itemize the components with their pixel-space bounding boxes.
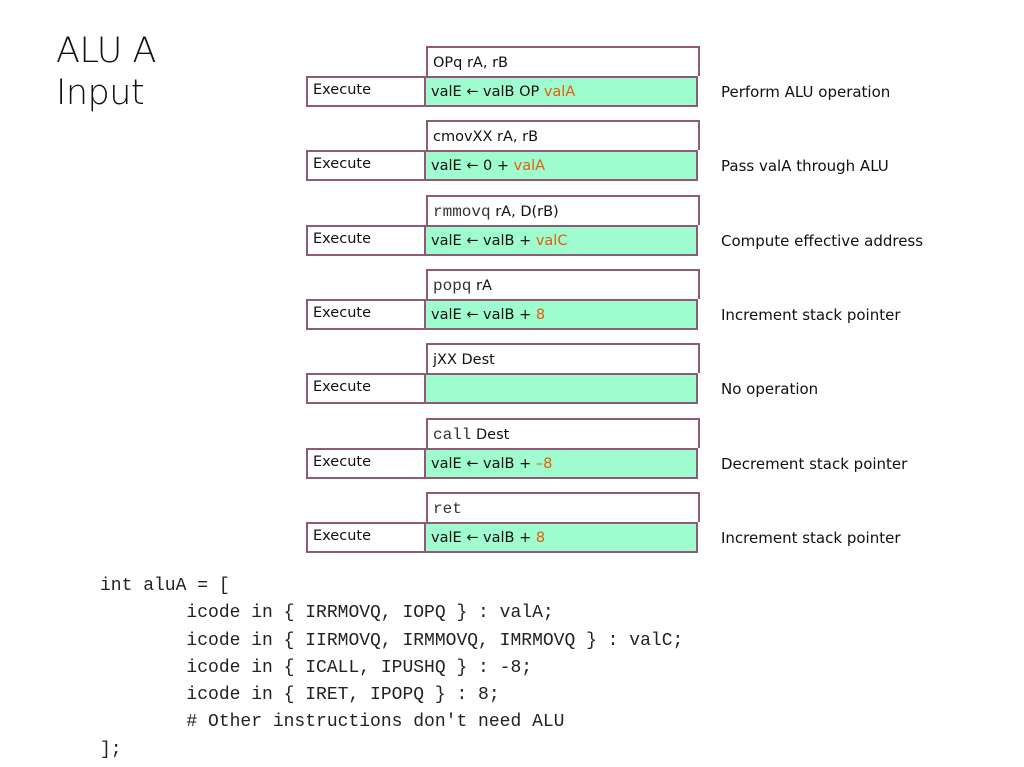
stage-box: Execute bbox=[306, 150, 426, 181]
instruction-box: OPq rA, rB bbox=[426, 46, 700, 76]
alu-a-operand: 8 bbox=[535, 307, 546, 323]
instruction-operands: Dest bbox=[471, 427, 510, 443]
instruction-label: ret bbox=[433, 500, 462, 518]
stage-label: Execute bbox=[313, 156, 371, 172]
instruction-mnemonic: call bbox=[433, 426, 472, 444]
instruction-mnemonic: popq bbox=[433, 277, 472, 295]
instruction-box: popq rA bbox=[426, 269, 700, 299]
instruction-operands: rA, D(rB) bbox=[490, 204, 559, 220]
operation-text: valE ← valB + –8 bbox=[431, 456, 552, 472]
operation-description: Increment stack pointer bbox=[721, 529, 901, 547]
operation-expression: valE ← valB OP bbox=[431, 84, 544, 100]
alu-a-operand: valC bbox=[535, 233, 568, 249]
execute-operation-box: valE ← valB + valC bbox=[426, 225, 698, 256]
instruction-mnemonic: ret bbox=[433, 500, 462, 518]
stage-label: Execute bbox=[313, 454, 371, 470]
execute-operation-box: valE ← 0 + valA bbox=[426, 150, 698, 181]
stage-box: Execute bbox=[306, 522, 426, 553]
instruction-box: call Dest bbox=[426, 418, 700, 448]
alu-a-operand: valA bbox=[513, 158, 546, 174]
operation-text: valE ← valB OP valA bbox=[431, 84, 575, 100]
instruction-operands: jXX Dest bbox=[433, 352, 495, 368]
title-line-2: Input bbox=[56, 73, 145, 113]
operation-description: Compute effective address bbox=[721, 232, 924, 250]
instruction-block: call Dest Execute valE ← valB + –8 bbox=[306, 418, 702, 480]
stage-label: Execute bbox=[313, 82, 371, 98]
operation-expression: valE ← valB + bbox=[431, 456, 536, 472]
code-line: # Other instructions don't need ALU bbox=[100, 712, 565, 733]
code-line: ]; bbox=[100, 739, 122, 760]
instruction-operands: rA bbox=[471, 278, 492, 294]
instruction-label: jXX Dest bbox=[433, 351, 495, 369]
instruction-label: cmovXX rA, rB bbox=[433, 128, 538, 146]
slide-title: ALU A Input bbox=[56, 30, 156, 114]
stage-box: Execute bbox=[306, 225, 426, 256]
stage-label: Execute bbox=[313, 528, 371, 544]
code-line: icode in { IIRMOVQ, IRMMOVQ, IMRMOVQ } :… bbox=[100, 630, 684, 651]
execute-operation-box: valE ← valB + 8 bbox=[426, 522, 698, 553]
instruction-block: OPq rA, rB Execute valE ← valB OP valA bbox=[306, 46, 702, 108]
stage-label: Execute bbox=[313, 305, 371, 321]
stage-box: Execute bbox=[306, 448, 426, 479]
operation-expression: valE ← 0 + bbox=[431, 158, 514, 174]
code-line: icode in { IRRMOVQ, IOPQ } : valA; bbox=[100, 603, 554, 624]
code-line: int aluA = [ bbox=[100, 576, 230, 596]
code-line: icode in { IRET, IPOPQ } : 8; bbox=[100, 685, 500, 706]
stage-box: Execute bbox=[306, 299, 426, 330]
execute-operation-box bbox=[426, 373, 698, 404]
instruction-block: ret Execute valE ← valB + 8 bbox=[306, 492, 702, 554]
instruction-box: jXX Dest bbox=[426, 343, 700, 373]
stage-label: Execute bbox=[313, 379, 371, 395]
operation-expression: valE ← valB + bbox=[431, 233, 536, 249]
instruction-label: popq rA bbox=[433, 277, 492, 295]
operation-description: Increment stack pointer bbox=[721, 306, 901, 324]
operation-text: valE ← valB + 8 bbox=[431, 530, 545, 546]
operation-expression: valE ← valB + bbox=[431, 530, 536, 546]
stage-label: Execute bbox=[313, 231, 371, 247]
operation-description: Decrement stack pointer bbox=[721, 455, 908, 473]
instruction-block: rmmovq rA, D(rB) Execute valE ← valB + val… bbox=[306, 195, 702, 257]
execute-operation-box: valE ← valB OP valA bbox=[426, 76, 698, 107]
operation-description: Perform ALU operation bbox=[721, 83, 891, 101]
operation-description: Pass valA through ALU bbox=[721, 157, 889, 175]
instruction-block: jXX Dest Execute bbox=[306, 343, 702, 405]
execute-operation-box: valE ← valB + 8 bbox=[426, 299, 698, 330]
instruction-operands: OPq rA, rB bbox=[433, 55, 508, 71]
execute-operation-box: valE ← valB + –8 bbox=[426, 448, 698, 479]
operation-text: valE ← valB + 8 bbox=[431, 307, 545, 323]
alu-a-operand: valA bbox=[543, 84, 576, 100]
instruction-box: ret bbox=[426, 492, 700, 522]
instruction-block: cmovXX rA, rB Execute valE ← 0 + valA bbox=[306, 120, 702, 182]
title-line-1: ALU A bbox=[56, 31, 156, 71]
instruction-label: rmmovq rA, D(rB) bbox=[433, 203, 559, 221]
hcl-code-block: int aluA = [ icode in { IRRMOVQ, IOPQ } … bbox=[100, 573, 683, 764]
instruction-block: popq rA Execute valE ← valB + 8 bbox=[306, 269, 702, 331]
instruction-mnemonic: rmmovq bbox=[433, 203, 491, 221]
stage-box: Execute bbox=[306, 76, 426, 107]
operation-text: valE ← valB + valC bbox=[431, 233, 567, 249]
operation-expression: valE ← valB + bbox=[431, 307, 536, 323]
code-line: icode in { ICALL, IPUSHQ } : -8; bbox=[100, 657, 533, 678]
alu-a-operand: 8 bbox=[535, 530, 546, 546]
operation-text: valE ← 0 + valA bbox=[431, 158, 545, 174]
instruction-label: call Dest bbox=[433, 426, 509, 444]
stage-box: Execute bbox=[306, 373, 426, 404]
instruction-box: cmovXX rA, rB bbox=[426, 120, 700, 150]
alu-a-operand: –8 bbox=[535, 456, 553, 472]
instruction-operands: cmovXX rA, rB bbox=[433, 129, 539, 145]
operation-description: No operation bbox=[721, 380, 819, 398]
instruction-label: OPq rA, rB bbox=[433, 54, 508, 72]
instruction-box: rmmovq rA, D(rB) bbox=[426, 195, 700, 225]
